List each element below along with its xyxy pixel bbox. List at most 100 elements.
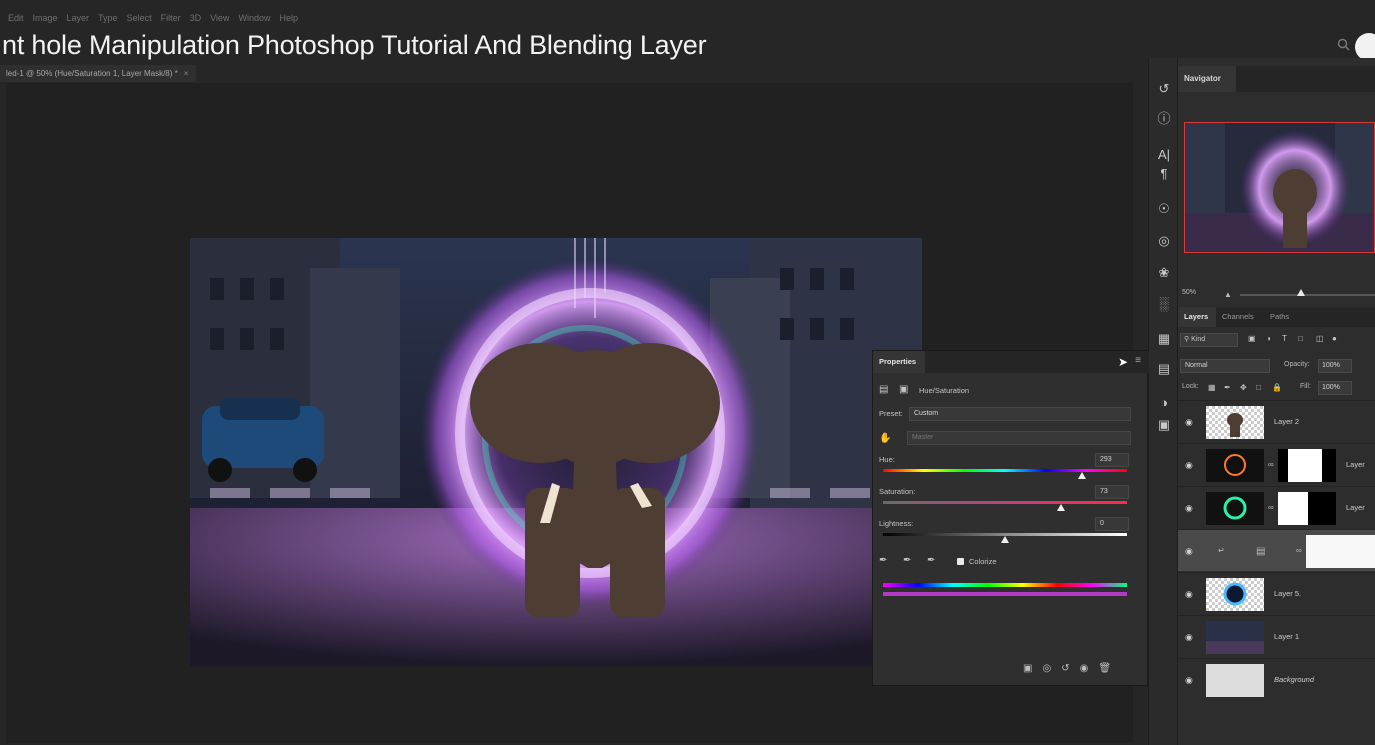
visibility-eye-icon[interactable]: ◉: [1185, 632, 1193, 643]
menu-item-help[interactable]: Help: [279, 13, 298, 23]
libraries-icon[interactable]: ◎: [1149, 230, 1179, 252]
tab-navigator[interactable]: Navigator: [1178, 66, 1236, 92]
lightness-field[interactable]: 0: [1095, 517, 1129, 531]
hue-field[interactable]: 293: [1095, 453, 1129, 467]
adjustment-filter-icon[interactable]: ◑: [1266, 334, 1271, 343]
channel-select[interactable]: Master: [907, 431, 1131, 445]
search-icon[interactable]: [1337, 38, 1351, 52]
layer-mask-thumbnail[interactable]: [1278, 449, 1336, 482]
eyedropper-add-icon[interactable]: ✒: [903, 555, 911, 566]
panel-menu-icon[interactable]: ≡: [1135, 355, 1141, 366]
menu-item-type[interactable]: Type: [98, 13, 118, 23]
grid-icon[interactable]: ▦: [1149, 328, 1179, 350]
lock-paint-icon[interactable]: ✒: [1224, 383, 1231, 392]
clip-to-layer-icon[interactable]: ▣: [1023, 663, 1032, 674]
visibility-eye-icon[interactable]: ◉: [1185, 589, 1193, 600]
lock-all-icon[interactable]: 🔒: [1272, 383, 1282, 392]
visibility-eye-icon[interactable]: ◉: [1185, 417, 1193, 428]
menu-item-edit[interactable]: Edit: [8, 13, 24, 23]
menu-item-filter[interactable]: Filter: [161, 13, 181, 23]
adjustments-icon[interactable]: ◑: [1149, 392, 1179, 414]
hue-saturation-icon: ▤: [1256, 546, 1266, 557]
zoom-out-icon[interactable]: ▲: [1224, 290, 1232, 299]
type-filter-icon[interactable]: T: [1282, 334, 1287, 343]
document-tab[interactable]: led-1 @ 50% (Hue/Saturation 1, Layer Mas…: [0, 65, 197, 82]
preset-select[interactable]: Custom: [909, 407, 1131, 421]
opacity-field[interactable]: 100%: [1318, 359, 1352, 373]
visibility-eye-icon[interactable]: ◉: [1185, 546, 1193, 557]
tab-properties[interactable]: Properties: [873, 351, 925, 373]
trash-icon[interactable]: 🗑: [1098, 663, 1111, 674]
layer-filter-select[interactable]: ⚲ Kind: [1180, 333, 1238, 347]
visibility-eye-icon[interactable]: ◉: [1185, 675, 1193, 686]
fill-field[interactable]: 100%: [1318, 381, 1352, 395]
info-icon[interactable]: ⓘ: [1149, 108, 1179, 130]
menu-item-select[interactable]: Select: [127, 13, 152, 23]
lightness-slider-thumb[interactable]: [1001, 536, 1009, 543]
visibility-eye-icon[interactable]: ◉: [1185, 460, 1193, 471]
menu-item-3d[interactable]: 3D: [190, 13, 202, 23]
styles-icon[interactable]: ▣: [1149, 414, 1179, 436]
layer-mask-icon[interactable]: ▣: [899, 384, 908, 395]
smart-object-filter-icon[interactable]: ◫: [1316, 334, 1324, 343]
shape-filter-icon[interactable]: □: [1298, 334, 1303, 343]
mask-link-icon[interactable]: ∞: [1268, 503, 1274, 512]
hue-slider-thumb[interactable]: [1077, 472, 1086, 479]
clip-arrow-icon: ↵: [1218, 546, 1225, 555]
eyedropper-subtract-icon[interactable]: ✒: [927, 555, 935, 566]
photoshop-window: Edit Image Layer Type Select Filter 3D V…: [0, 0, 1375, 745]
swatches-icon[interactable]: ❀: [1149, 262, 1179, 284]
layer-row-layer-1[interactable]: ◉ Layer 1: [1178, 615, 1375, 657]
visibility-eye-icon[interactable]: ◉: [1185, 503, 1193, 514]
tab-layers[interactable]: Layers: [1178, 307, 1216, 327]
lock-transparent-icon[interactable]: ▦: [1208, 383, 1216, 392]
menu-item-layer[interactable]: Layer: [67, 13, 90, 23]
saturation-field[interactable]: 73: [1095, 485, 1129, 499]
target-adjust-hand-icon[interactable]: ✋: [879, 433, 891, 444]
layer-row-layer-3[interactable]: ◉ ∞ Layer: [1178, 486, 1375, 528]
artwork-image[interactable]: [190, 238, 922, 666]
image-filter-icon[interactable]: ▣: [1248, 334, 1256, 343]
properties-icon[interactable]: ▤: [1149, 358, 1179, 380]
history-icon[interactable]: ↺: [1149, 78, 1179, 100]
paragraph-icon[interactable]: ¶: [1149, 163, 1179, 185]
filter-toggle-icon[interactable]: ●: [1332, 334, 1337, 343]
close-icon[interactable]: ×: [184, 69, 189, 78]
mask-link-icon[interactable]: ∞: [1268, 460, 1274, 469]
layer-name: Layer 5.: [1274, 589, 1302, 598]
layer-row-layer-5[interactable]: ◉ Layer 5.: [1178, 572, 1375, 614]
zoom-slider-thumb[interactable]: [1297, 289, 1305, 296]
menu-item-window[interactable]: Window: [238, 13, 270, 23]
layer-name: Layer 2: [1274, 417, 1300, 426]
zoom-slider[interactable]: [1240, 294, 1375, 296]
saturation-slider-thumb[interactable]: [1057, 504, 1066, 511]
reset-icon[interactable]: ↺: [1061, 663, 1069, 674]
lock-row: Lock: ▦ ✒ ✥ □ 🔒 Fill: 100%: [1178, 380, 1375, 398]
navigator-thumbnail[interactable]: [1184, 122, 1375, 253]
view-previous-icon[interactable]: ◎: [1042, 663, 1051, 674]
tab-paths[interactable]: Paths: [1270, 307, 1289, 327]
lock-artboard-icon[interactable]: □: [1256, 383, 1261, 392]
hue-slider[interactable]: [883, 469, 1127, 472]
learn-icon[interactable]: ☉: [1149, 198, 1179, 220]
layer-thumbnail: [1206, 578, 1264, 611]
eyedropper-icon[interactable]: ✒: [879, 555, 887, 566]
mask-link-icon[interactable]: ∞: [1296, 546, 1302, 555]
layer-row-background[interactable]: ◉ Background: [1178, 658, 1375, 700]
blend-mode-select[interactable]: Normal: [1180, 359, 1270, 373]
layer-row-layer-2[interactable]: ◉ Layer 2: [1178, 400, 1375, 442]
avatar[interactable]: [1355, 33, 1375, 61]
visibility-eye-icon[interactable]: ◉: [1080, 663, 1089, 674]
menu-item-view[interactable]: View: [210, 13, 229, 23]
layer-mask-thumbnail[interactable]: [1306, 535, 1375, 568]
lock-move-icon[interactable]: ✥: [1240, 383, 1247, 392]
histogram-icon[interactable]: ░: [1149, 293, 1179, 315]
layer-mask-thumbnail[interactable]: [1278, 492, 1336, 525]
menu-item-image[interactable]: Image: [33, 13, 58, 23]
saturation-slider[interactable]: [883, 501, 1127, 504]
colorize-checkbox[interactable]: [957, 558, 964, 565]
layer-row-layer-4[interactable]: ◉ ∞ Layer: [1178, 443, 1375, 485]
layer-row-hue-saturation[interactable]: ◉ ↵ ▤ ∞: [1178, 529, 1375, 571]
tab-channels[interactable]: Channels: [1222, 307, 1254, 327]
zoom-level[interactable]: 50%: [1182, 289, 1196, 296]
